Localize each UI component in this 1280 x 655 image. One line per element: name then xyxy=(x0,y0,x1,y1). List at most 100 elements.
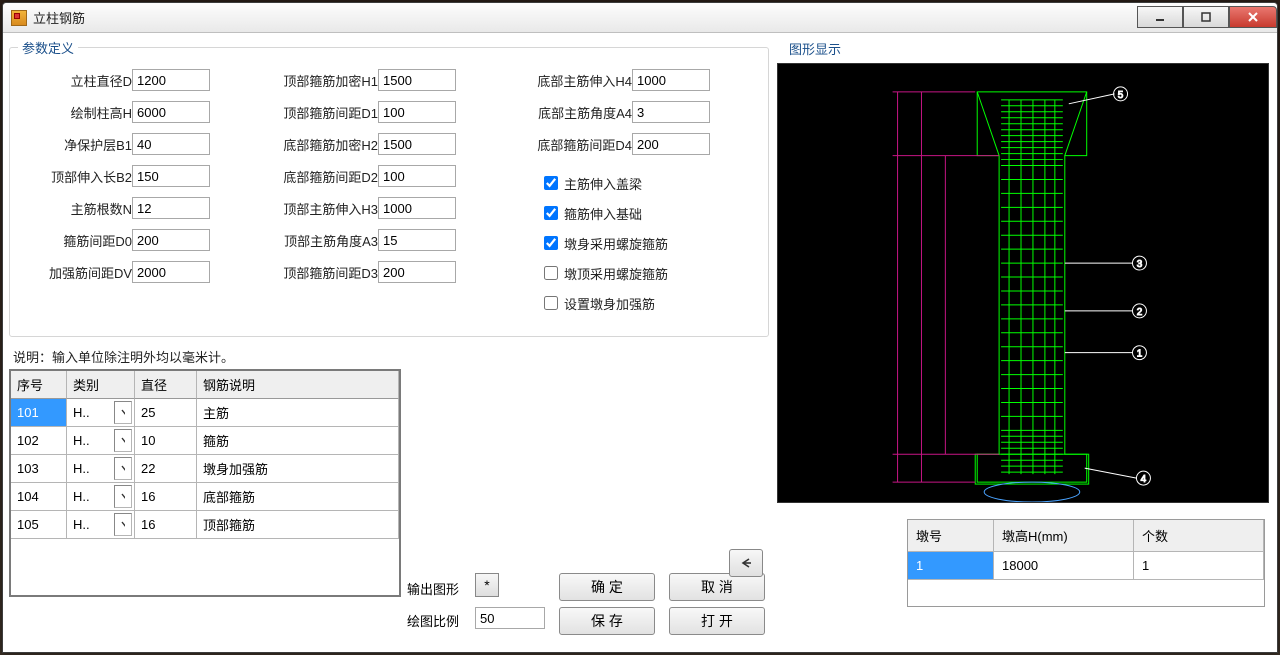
chevron-down-icon[interactable] xyxy=(114,457,132,480)
graphic-group: 图形显示 xyxy=(777,47,1269,643)
titlebar[interactable]: 立柱钢筋 xyxy=(3,3,1277,33)
pier-header-cell[interactable]: 个数 xyxy=(1134,520,1264,552)
param-label: 绘制柱高H xyxy=(26,103,132,122)
drawing-canvas[interactable]: 5 3 2 1 4 xyxy=(777,63,1269,503)
cell-desc[interactable]: 底部箍筋 xyxy=(197,483,399,511)
cancel-button[interactable]: 取 消 xyxy=(669,573,765,601)
close-button[interactable] xyxy=(1229,6,1277,28)
pier-table-body: 1180001 xyxy=(908,552,1264,580)
cell-diameter[interactable]: 16 xyxy=(135,483,197,511)
cell-desc[interactable]: 顶部箍筋 xyxy=(197,511,399,539)
param-input-c2-1[interactable] xyxy=(378,101,456,123)
chevron-down-icon[interactable] xyxy=(114,429,132,452)
table-row[interactable]: 104H..16底部箍筋 xyxy=(11,483,399,511)
cell-diameter[interactable]: 10 xyxy=(135,427,197,455)
cell-seq[interactable]: 105 xyxy=(11,511,67,539)
rebar-table[interactable]: 序号类别直径钢筋说明 101H..25主筋102H..10箍筋103H..22墩… xyxy=(9,369,401,597)
ok-button[interactable]: 确 定 xyxy=(559,573,655,601)
param-input-c1-4[interactable] xyxy=(132,197,210,219)
cell-pier-no[interactable]: 1 xyxy=(908,552,994,580)
table-row[interactable]: 105H..16顶部箍筋 xyxy=(11,511,399,539)
cell-seq[interactable]: 104 xyxy=(11,483,67,511)
checkbox-0[interactable] xyxy=(544,176,558,190)
cell-desc[interactable]: 主筋 xyxy=(197,399,399,427)
param-input-c2-5[interactable] xyxy=(378,229,456,251)
table-row[interactable]: 102H..10箍筋 xyxy=(11,427,399,455)
cell-category[interactable]: H.. xyxy=(67,399,135,427)
param-row-c2-4: 顶部主筋伸入H3 xyxy=(258,196,456,220)
param-input-c3-0[interactable] xyxy=(632,69,710,91)
cell-diameter[interactable]: 25 xyxy=(135,399,197,427)
cell-category[interactable]: H.. xyxy=(67,511,135,539)
pier-header-cell[interactable]: 墩高H(mm) xyxy=(994,520,1134,552)
pier-table[interactable]: 墩号墩高H(mm)个数 1180001 xyxy=(907,519,1265,607)
table-row[interactable]: 1180001 xyxy=(908,552,1264,580)
param-label: 底部箍筋加密H2 xyxy=(258,135,378,154)
cell-category[interactable]: H.. xyxy=(67,427,135,455)
table-row[interactable]: 101H..25主筋 xyxy=(11,399,399,427)
param-input-c2-4[interactable] xyxy=(378,197,456,219)
param-input-c1-2[interactable] xyxy=(132,133,210,155)
param-input-c1-1[interactable] xyxy=(132,101,210,123)
save-button[interactable]: 保 存 xyxy=(559,607,655,635)
param-label: 立柱直径D xyxy=(26,71,132,90)
cell-seq[interactable]: 102 xyxy=(11,427,67,455)
param-label: 底部主筋角度A4 xyxy=(498,103,632,122)
param-input-c1-3[interactable] xyxy=(132,165,210,187)
client-area: 参数定义 立柱直径D绘制柱高H净保护层B1顶部伸入长B2主筋根数N箍筋间距D0加… xyxy=(9,39,1271,646)
draw-scale-input[interactable] xyxy=(475,607,545,629)
param-input-c1-5[interactable] xyxy=(132,229,210,251)
window-frame: 立柱钢筋 参数定义 立柱直径D绘制柱高H净保护层B1顶部伸入长B2主筋根数N箍筋… xyxy=(2,2,1278,653)
checkbox-row-4: 设置墩身加强筋 xyxy=(544,292,655,314)
open-button[interactable]: 打 开 xyxy=(669,607,765,635)
rebar-header-cell[interactable]: 直径 xyxy=(135,371,197,399)
param-input-c2-6[interactable] xyxy=(378,261,456,283)
rebar-header-cell[interactable]: 类别 xyxy=(67,371,135,399)
svg-text:2: 2 xyxy=(1137,307,1143,318)
param-input-c2-0[interactable] xyxy=(378,69,456,91)
chevron-down-icon[interactable] xyxy=(114,485,132,508)
output-shape-button[interactable]: * xyxy=(475,573,499,597)
cell-seq[interactable]: 101 xyxy=(11,399,67,427)
param-label: 底部箍筋间距D4 xyxy=(498,135,632,154)
minimize-button[interactable] xyxy=(1137,6,1183,28)
checkbox-label: 设置墩身加强筋 xyxy=(564,294,655,313)
graphic-legend: 图形显示 xyxy=(785,39,845,58)
cell-category[interactable]: H.. xyxy=(67,455,135,483)
table-row[interactable]: 103H..22墩身加强筋 xyxy=(11,455,399,483)
svg-text:4: 4 xyxy=(1141,474,1147,485)
param-row-c1-2: 净保护层B1 xyxy=(26,132,210,156)
param-label: 顶部箍筋加密H1 xyxy=(258,71,378,90)
rebar-header-cell[interactable]: 钢筋说明 xyxy=(197,371,399,399)
param-input-c3-2[interactable] xyxy=(632,133,710,155)
cell-seq[interactable]: 103 xyxy=(11,455,67,483)
param-label: 净保护层B1 xyxy=(26,135,132,154)
checkbox-2[interactable] xyxy=(544,236,558,250)
cell-diameter[interactable]: 16 xyxy=(135,511,197,539)
checkbox-1[interactable] xyxy=(544,206,558,220)
param-input-c1-0[interactable] xyxy=(132,69,210,91)
cell-pier-count[interactable]: 1 xyxy=(1134,552,1264,580)
cell-category[interactable]: H.. xyxy=(67,483,135,511)
rebar-header-cell[interactable]: 序号 xyxy=(11,371,67,399)
checkbox-4[interactable] xyxy=(544,296,558,310)
cell-desc[interactable]: 墩身加强筋 xyxy=(197,455,399,483)
pier-header-cell[interactable]: 墩号 xyxy=(908,520,994,552)
cell-diameter[interactable]: 22 xyxy=(135,455,197,483)
transfer-left-button[interactable] xyxy=(729,549,763,577)
cell-desc[interactable]: 箍筋 xyxy=(197,427,399,455)
param-input-c2-3[interactable] xyxy=(378,165,456,187)
checkbox-3[interactable] xyxy=(544,266,558,280)
chevron-down-icon[interactable] xyxy=(114,401,132,424)
param-row-c2-6: 顶部箍筋间距D3 xyxy=(258,260,456,284)
checkbox-label: 主筋伸入盖梁 xyxy=(564,174,642,193)
param-input-c3-1[interactable] xyxy=(632,101,710,123)
chevron-down-icon[interactable] xyxy=(114,513,132,536)
param-label: 底部主筋伸入H4 xyxy=(498,71,632,90)
param-input-c2-2[interactable] xyxy=(378,133,456,155)
param-label: 顶部主筋伸入H3 xyxy=(258,199,378,218)
param-input-c1-6[interactable] xyxy=(132,261,210,283)
param-label: 顶部伸入长B2 xyxy=(26,167,132,186)
cell-pier-h[interactable]: 18000 xyxy=(994,552,1134,580)
maximize-button[interactable] xyxy=(1183,6,1229,28)
